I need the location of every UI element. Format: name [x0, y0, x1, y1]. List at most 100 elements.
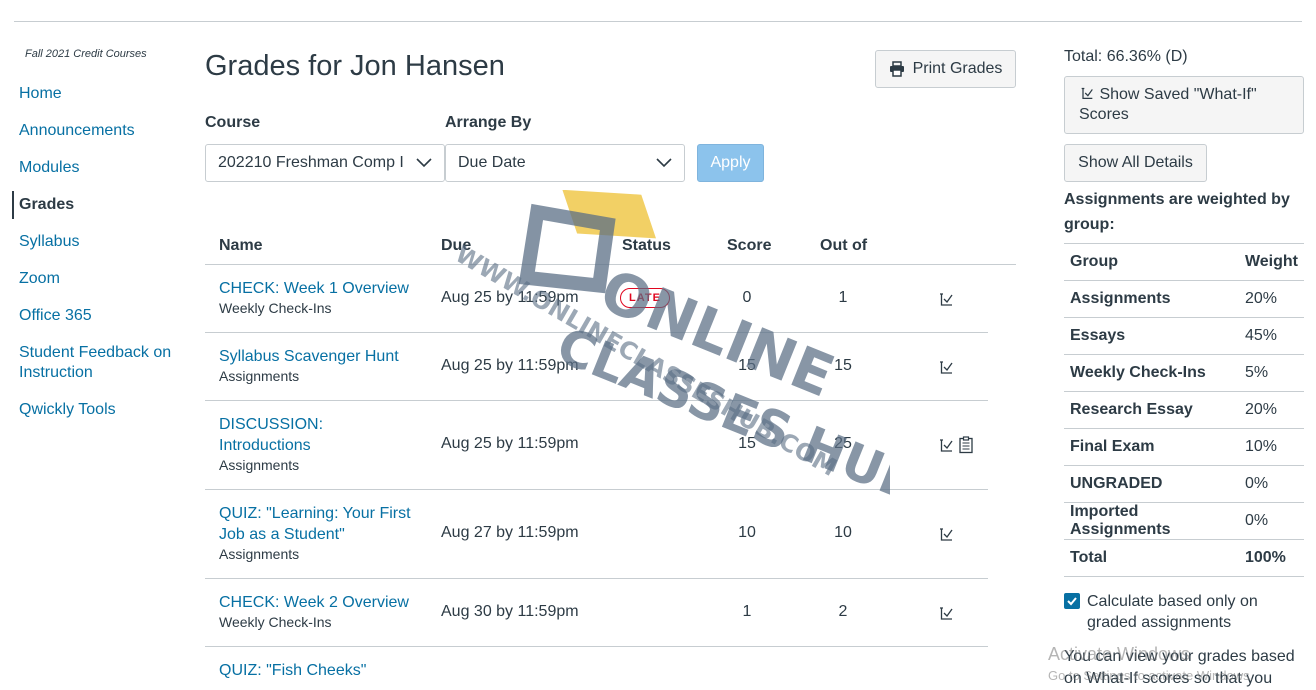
late-badge: LATE [620, 288, 670, 308]
table-row: CHECK: Week 1 Overview Weekly Check-Ins … [205, 265, 988, 333]
weight-row: Weekly Check-Ins 5% [1064, 354, 1304, 392]
weights-table: Group Weight Assignments 20% Essays 45% We… [1064, 243, 1304, 577]
assignment-link[interactable]: QUIZ: "Fish Cheeks" [219, 660, 366, 681]
assignment-link[interactable]: CHECK: Week 2 Overview [219, 592, 409, 613]
nav-home[interactable]: Home [12, 80, 182, 108]
score[interactable]: 15 [725, 357, 769, 375]
table-row: QUIZ: "Fish Cheeks" [205, 647, 988, 684]
out-of: 10 [834, 524, 852, 541]
what-if-icon [1081, 87, 1093, 99]
weight-row: Research Essay 20% [1064, 391, 1304, 429]
assignment-link[interactable]: DISCUSSION: Introductions [219, 414, 323, 456]
nav-student-feedback[interactable]: Student Feedback on Instruction [12, 339, 182, 387]
weight-row: Essays 45% [1064, 317, 1304, 355]
weight-row: Final Exam 10% [1064, 428, 1304, 466]
weight-header: Weight [1238, 243, 1304, 281]
nav-zoom[interactable]: Zoom [12, 265, 182, 293]
what-if-icon[interactable] [937, 358, 955, 376]
assignment-group: Assignments [219, 457, 300, 473]
out-of: 25 [834, 435, 852, 452]
weight-value: 0% [1238, 465, 1304, 503]
weight-group: Assignments [1064, 280, 1239, 318]
weight-value: 20% [1238, 391, 1304, 429]
assignment-link[interactable]: QUIZ: "Learning: Your First Job as a Stu… [219, 503, 411, 545]
graded-only-checkbox[interactable] [1064, 593, 1080, 609]
table-row: QUIZ: "Learning: Your First Job as a Stu… [205, 490, 988, 579]
calculate-graded-label: Calculate based only on graded assignmen… [1087, 593, 1258, 631]
what-if-icon[interactable] [937, 290, 955, 308]
weight-value: 5% [1238, 354, 1304, 392]
assignment-link[interactable]: Syllabus Scavenger Hunt [219, 346, 399, 367]
out-of: 2 [838, 603, 848, 620]
weight-group: Research Essay [1064, 391, 1239, 429]
weight-row: Assignments 20% [1064, 280, 1304, 318]
table-row: DISCUSSION: Introductions Assignments Au… [205, 401, 988, 490]
arrange-select[interactable]: Due Date [445, 144, 685, 182]
course-select-value: 202210 Freshman Comp I [218, 154, 404, 171]
weight-value: 10% [1238, 428, 1304, 466]
show-all-details-button[interactable]: Show All Details [1064, 144, 1207, 182]
weight-group: Total [1064, 539, 1239, 577]
out-of: 1 [838, 289, 848, 306]
arrange-select-value: Due Date [458, 154, 526, 171]
printer-icon [889, 61, 904, 77]
score[interactable]: 1 [725, 603, 769, 621]
assignment-title-line: QUIZ: "Learning: Your First [219, 505, 411, 522]
weight-group: Final Exam [1064, 428, 1239, 466]
due-date: Aug 30 by 11:59pm [441, 603, 579, 620]
col-status[interactable]: Status [622, 237, 671, 255]
calculate-graded-toggle[interactable]: Calculate based only on graded assignmen… [1064, 591, 1304, 633]
show-what-if-button[interactable]: Show Saved "What-If" Scores [1064, 76, 1304, 134]
assignment-title-line: DISCUSSION: [219, 416, 324, 433]
nav-modules[interactable]: Modules [12, 154, 182, 182]
table-row: Syllabus Scavenger Hunt Assignments Aug … [205, 333, 988, 401]
due-date: Aug 25 by 11:59pm [441, 289, 579, 306]
nav-office-365[interactable]: Office 365 [12, 302, 182, 330]
arrange-filter-label: Arrange By [445, 114, 532, 131]
assignment-link[interactable]: CHECK: Week 1 Overview [219, 278, 409, 299]
page-title: Grades for Jon Hansen [205, 50, 505, 82]
grades-table-header: Name Due Status Score Out of [205, 228, 1016, 265]
weights-header-row: Group Weight [1064, 243, 1304, 281]
show-what-if-label: Show Saved "What-If" Scores [1079, 86, 1257, 123]
due-date: Aug 25 by 11:59pm [441, 357, 579, 374]
nav-qwickly-tools[interactable]: Qwickly Tools [12, 396, 182, 424]
what-if-info-text: You can view your grades based on What-I… [1064, 648, 1295, 687]
weight-row: UNGRADED 0% [1064, 465, 1304, 503]
nav-grades[interactable]: Grades [12, 191, 182, 219]
assignment-group: Weekly Check-Ins [219, 614, 332, 630]
weight-value: 45% [1238, 317, 1304, 355]
weighted-note: Assignments are weighted by group: [1064, 191, 1290, 233]
assignment-group: Assignments [219, 368, 300, 384]
col-name[interactable]: Name [219, 237, 263, 255]
col-due[interactable]: Due [441, 237, 471, 255]
what-if-icon[interactable] [937, 436, 955, 454]
weight-value: 100% [1238, 539, 1304, 577]
course-filter-label: Course [205, 114, 261, 131]
nav-syllabus[interactable]: Syllabus [12, 228, 182, 256]
apply-button[interactable]: Apply [697, 144, 764, 182]
nav-announcements[interactable]: Announcements [12, 117, 182, 145]
col-score[interactable]: Score [727, 237, 771, 255]
weight-value: 0% [1238, 502, 1304, 540]
weight-row: Imported Assignments 0% [1064, 502, 1304, 540]
rubric-icon[interactable] [957, 436, 975, 454]
due-date: Aug 25 by 11:59pm [441, 435, 579, 452]
weight-total-row: Total 100% [1064, 539, 1304, 577]
checkmark-icon [1067, 597, 1077, 606]
what-if-icon[interactable] [937, 604, 955, 622]
weight-group: Imported Assignments [1064, 502, 1239, 540]
weight-group: Essays [1064, 317, 1239, 355]
due-date: Aug 27 by 11:59pm [441, 524, 579, 541]
col-out-of[interactable]: Out of [820, 237, 867, 255]
score[interactable]: 10 [725, 524, 769, 542]
total-grade: Total: 66.36% (D) [1064, 48, 1188, 65]
print-grades-button[interactable]: Print Grades [875, 50, 1016, 88]
course-select[interactable]: 202210 Freshman Comp I [205, 144, 445, 182]
chevron-down-icon [656, 158, 672, 168]
score[interactable]: 0 [725, 289, 769, 307]
score[interactable]: 15 [725, 435, 769, 453]
weight-value: 20% [1238, 280, 1304, 318]
what-if-icon[interactable] [937, 525, 955, 543]
table-row: CHECK: Week 2 Overview Weekly Check-Ins … [205, 579, 988, 647]
